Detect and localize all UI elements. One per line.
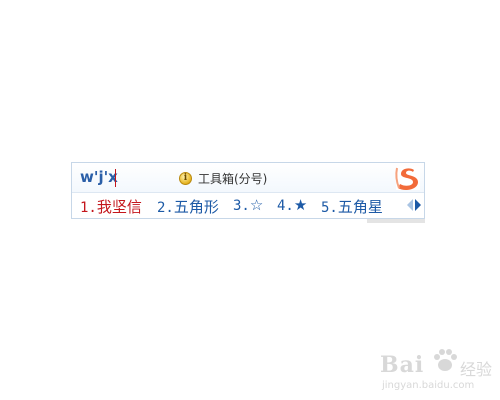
- candidate-text: 我坚信: [96, 198, 142, 216]
- watermark-brand: Bai: [380, 352, 425, 378]
- candidate-number: 1.: [80, 200, 97, 216]
- candidate-text: ★: [293, 196, 308, 214]
- watermark-suffix: 经验: [460, 360, 493, 379]
- candidate-2[interactable]: 2.五角形: [157, 196, 219, 217]
- composition-text[interactable]: w'j'x: [80, 168, 118, 186]
- paw-icon: [434, 349, 457, 371]
- ime-candidate-window: w'j'x i 工具箱(分号) 1.我坚信 2.五角形 3.☆ 4.★ 5.五角…: [71, 162, 425, 219]
- window-shadow: [367, 219, 425, 223]
- composition-row: w'j'x i 工具箱(分号): [72, 163, 424, 192]
- page-controls: [407, 199, 421, 211]
- sogou-logo-icon[interactable]: [393, 164, 423, 192]
- watermark-url: jingyan.baidu.com: [382, 380, 475, 391]
- screen: w'j'x i 工具箱(分号) 1.我坚信 2.五角形 3.☆ 4.★ 5.五角…: [0, 0, 500, 400]
- next-page-arrow-icon[interactable]: [415, 199, 421, 211]
- candidate-text: 五角形: [173, 198, 219, 216]
- candidate-number: 3.: [233, 198, 250, 214]
- candidate-number: 4.: [277, 198, 294, 214]
- candidate-number: 2.: [157, 200, 174, 216]
- info-icon: i: [179, 171, 192, 185]
- watermark: Bai 经验 jingyan.baidu.com: [368, 344, 498, 400]
- toolbox-hint[interactable]: i 工具箱(分号): [179, 170, 267, 186]
- text-caret: [115, 169, 116, 187]
- candidate-list: 1.我坚信 2.五角形 3.☆ 4.★ 5.五角星: [72, 193, 424, 218]
- candidate-text: ☆: [249, 196, 264, 214]
- toolbox-hint-label: 工具箱(分号): [198, 171, 268, 186]
- candidate-1[interactable]: 1.我坚信: [80, 196, 142, 217]
- candidate-number: 5.: [321, 200, 338, 216]
- prev-page-arrow-icon[interactable]: [407, 199, 413, 211]
- candidate-text: 五角星: [337, 198, 383, 216]
- candidate-5[interactable]: 5.五角星: [321, 196, 383, 217]
- candidate-4[interactable]: 4.★: [277, 196, 307, 214]
- candidate-3[interactable]: 3.☆: [233, 196, 263, 214]
